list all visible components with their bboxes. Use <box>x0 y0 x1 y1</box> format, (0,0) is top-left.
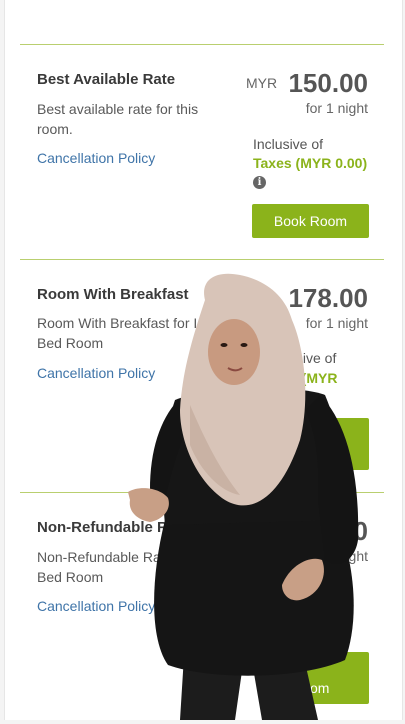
price-amount: 0 <box>353 516 368 546</box>
cancellation-policy-link[interactable]: Cancellation Policy <box>37 598 155 614</box>
book-room-button[interactable] <box>300 418 369 470</box>
cancellation-policy-link[interactable]: Cancellation Policy <box>37 150 155 166</box>
rate-description-line: Bed Room <box>37 335 104 351</box>
book-room-button[interactable]: om <box>300 652 369 704</box>
currency-label: MYR <box>246 75 278 91</box>
section-divider <box>20 492 384 493</box>
nights-label: night <box>337 548 368 564</box>
price-amount: 178.00 <box>288 283 368 313</box>
info-icon[interactable]: i <box>253 176 266 189</box>
rate-name: Non-Refundable Rate <box>37 519 190 536</box>
taxes-label: s (MYR <box>290 370 338 386</box>
rate-name: Best Available Rate <box>37 71 176 88</box>
currency-label: R <box>265 290 276 306</box>
rate-description: Non-Refundable Rate Bed Room <box>37 547 227 587</box>
price-amount: 150.00 <box>288 68 368 98</box>
section-divider <box>20 44 384 45</box>
rate-description-line: Room With Breakfast for I <box>37 315 198 331</box>
rate-description-line: Non-Refundable Rate <box>37 549 173 565</box>
book-room-button[interactable]: Book Room <box>252 204 369 238</box>
inclusive-label: Inclusive of <box>253 136 324 152</box>
rate-description: Best available rate for this room. <box>37 101 199 137</box>
cancellation-policy-link[interactable]: Cancellation Policy <box>37 365 155 381</box>
inclusive-label: lusive of <box>285 350 337 366</box>
nights-label: for 1 night <box>305 315 368 331</box>
taxes-label: Taxes (MYR 0.00) <box>253 155 368 171</box>
rate-description: Room With Breakfast for I Bed Room <box>37 313 237 353</box>
section-divider <box>20 259 384 260</box>
nights-label: for 1 night <box>305 100 368 116</box>
rate-name: Room With Breakfast <box>37 286 189 303</box>
rate-description-line: Bed Room <box>37 569 104 585</box>
